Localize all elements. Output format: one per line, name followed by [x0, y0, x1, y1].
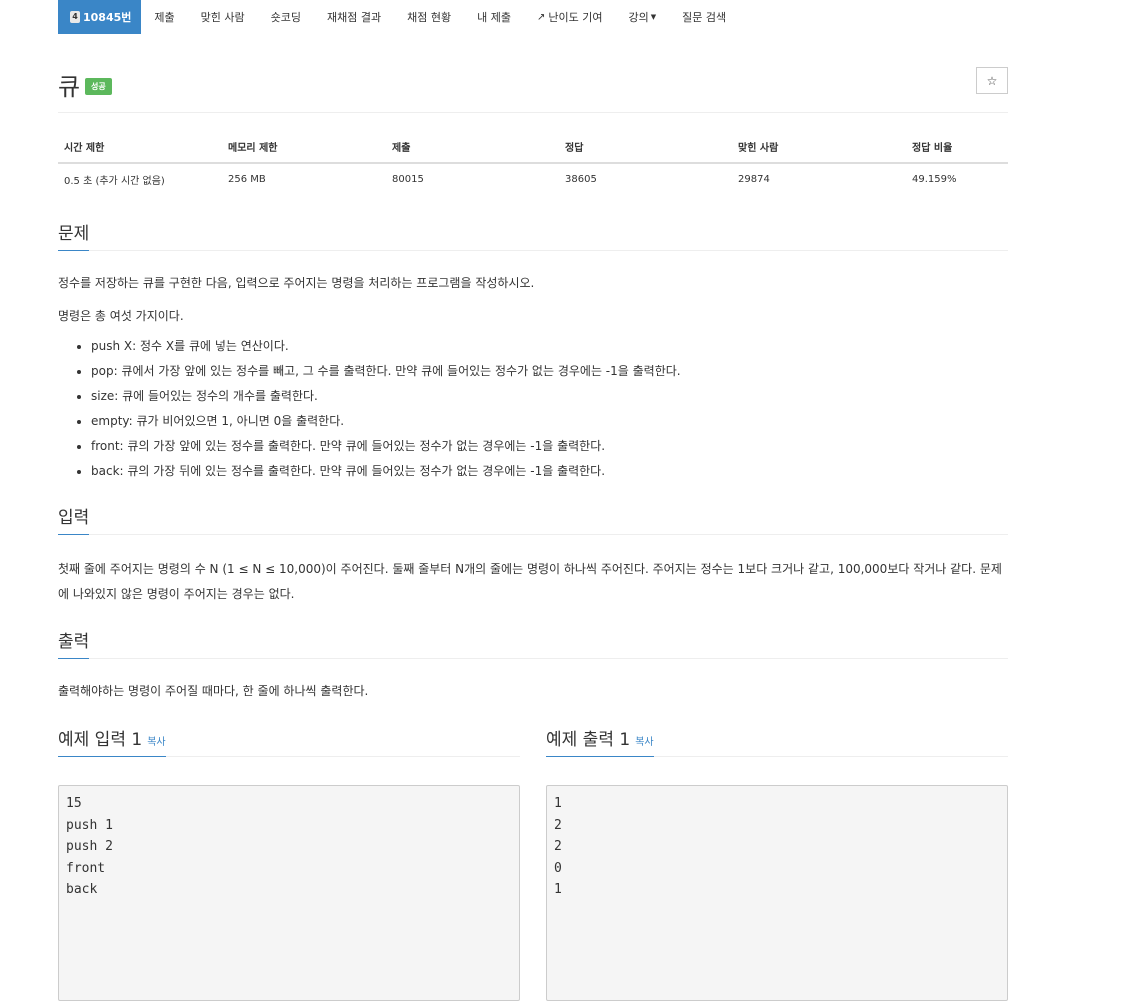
sample-output-code[interactable]: 1 2 2 0 1	[546, 785, 1008, 1001]
sample-output-heading: 예제 출력 1 복사	[546, 725, 654, 757]
info-header-time-limit: 시간 제한	[58, 131, 222, 164]
page: 4 10845번 제출 맞힌 사람 숏코딩 재채점 결과 채점 현황 내 제출 …	[58, 0, 1008, 1001]
problem-title: 큐	[58, 73, 81, 101]
output-description: 출력해야하는 명령이 주어질 때마다, 한 줄에 하나씩 출력한다.	[58, 684, 369, 698]
problem-info-table: 시간 제한 메모리 제한 제출 정답 맞힌 사람 정답 비율 0.5 초 (추가…	[58, 131, 1008, 195]
description-section: 문제 정수를 저장하는 큐를 구현한 다음, 입력으로 주어지는 명령을 처리하…	[58, 219, 1008, 484]
favorite-button[interactable]: ☆	[976, 67, 1008, 94]
problem-nav: 4 10845번 제출 맞힌 사람 숏코딩 재채점 결과 채점 현황 내 제출 …	[58, 0, 1008, 34]
description-paragraph: 정수를 저장하는 큐를 구현한 다음, 입력으로 주어지는 명령을 처리하는 프…	[58, 276, 535, 290]
sample-input-block: 예제 입력 1 복사 15 push 1 push 2 front back	[58, 725, 520, 1001]
list-item: size: 큐에 들어있는 정수의 개수를 출력한다.	[91, 384, 1008, 409]
info-ratio: 49.159%	[912, 174, 957, 185]
list-item: empty: 큐가 비어있으면 1, 아니면 0을 출력한다.	[91, 409, 1008, 434]
sample-output-title: 예제 출력 1	[546, 730, 631, 750]
nav-solvers[interactable]: 맞힌 사람	[188, 0, 258, 34]
input-heading: 입력	[58, 503, 90, 535]
description-heading: 문제	[58, 219, 90, 251]
nav-question-search[interactable]: 질문 검색	[669, 0, 739, 34]
samples-row: 예제 입력 1 복사 15 push 1 push 2 front back 예제…	[58, 725, 1008, 1001]
input-section: 입력 첫째 줄에 주어지는 명령의 수 N (1 ≤ N ≤ 10,000)이 …	[58, 503, 1008, 607]
info-time-limit: 0.5 초 (추가 시간 없음)	[64, 176, 165, 187]
output-heading: 출력	[58, 627, 90, 659]
external-link-icon: ↗	[536, 11, 546, 23]
nav-rejudge[interactable]: 재채점 결과	[314, 0, 394, 34]
sample-input-title: 예제 입력 1	[58, 730, 143, 750]
section-divider	[58, 250, 1008, 251]
info-solvers: 29874	[738, 174, 770, 185]
info-submissions: 80015	[392, 174, 424, 185]
command-list: push X: 정수 X를 큐에 넣는 연산이다. pop: 큐에서 가장 앞에…	[58, 334, 1008, 484]
nav-lectures-label: 강의	[628, 11, 649, 24]
nav-status[interactable]: 채점 현황	[394, 0, 464, 34]
nav-difficulty-label: 난이도 기여	[548, 11, 603, 24]
sample-output-block: 예제 출력 1 복사 1 2 2 0 1	[546, 725, 1008, 1001]
sample-output-header: 예제 출력 1 복사	[546, 725, 1008, 757]
list-item: back: 큐의 가장 뒤에 있는 정수를 출력한다. 만약 큐에 들어있는 정…	[91, 459, 1008, 484]
info-header-ratio: 정답 비율	[906, 131, 1008, 164]
list-item: pop: 큐에서 가장 앞에 있는 정수를 빼고, 그 수를 출력한다. 만약 …	[91, 359, 1008, 384]
nav-lectures-dropdown[interactable]: 강의 ▼	[615, 0, 669, 34]
problem-header: 큐 성공 ☆	[58, 34, 1008, 113]
info-header-submissions: 제출	[386, 131, 559, 164]
description-paragraph: 명령은 총 여섯 가지이다.	[58, 309, 184, 323]
section-divider	[58, 658, 1008, 659]
info-header-accepted: 정답	[559, 131, 732, 164]
info-header-memory-limit: 메모리 제한	[222, 131, 386, 164]
nav-my-submissions[interactable]: 내 제출	[464, 0, 524, 34]
input-description: 첫째 줄에 주어지는 명령의 수 N (1 ≤ N ≤ 10,000)이 주어진…	[58, 562, 1002, 601]
nav-difficulty-contribution[interactable]: ↗ 난이도 기여	[524, 0, 616, 34]
info-value-row: 0.5 초 (추가 시간 없음) 256 MB 80015 38605 2987…	[58, 163, 1008, 195]
tier-icon: 4	[70, 11, 80, 23]
star-icon: ☆	[986, 73, 998, 88]
list-item: push X: 정수 X를 큐에 넣는 연산이다.	[91, 334, 1008, 359]
list-item: front: 큐의 가장 앞에 있는 정수를 출력한다. 만약 큐에 들어있는 …	[91, 434, 1008, 459]
copy-input-button[interactable]: 복사	[147, 737, 165, 748]
nav-shortcoding[interactable]: 숏코딩	[258, 0, 314, 34]
copy-output-button[interactable]: 복사	[635, 737, 653, 748]
sample-input-heading: 예제 입력 1 복사	[58, 725, 166, 757]
section-divider	[58, 534, 1008, 535]
caret-down-icon: ▼	[650, 13, 657, 21]
output-section: 출력 출력해야하는 명령이 주어질 때마다, 한 줄에 하나씩 출력한다.	[58, 627, 1008, 701]
info-header-row: 시간 제한 메모리 제한 제출 정답 맞힌 사람 정답 비율	[58, 131, 1008, 164]
nav-problem[interactable]: 4 10845번	[58, 0, 142, 34]
info-header-solvers: 맞힌 사람	[732, 131, 906, 164]
nav-problem-id: 10845번	[83, 11, 132, 24]
info-memory-limit: 256 MB	[228, 174, 266, 185]
info-accepted: 38605	[565, 174, 597, 185]
nav-submit[interactable]: 제출	[141, 0, 187, 34]
status-badge: 성공	[85, 78, 112, 95]
sample-input-code[interactable]: 15 push 1 push 2 front back	[58, 785, 520, 1001]
sample-input-header: 예제 입력 1 복사	[58, 725, 520, 757]
